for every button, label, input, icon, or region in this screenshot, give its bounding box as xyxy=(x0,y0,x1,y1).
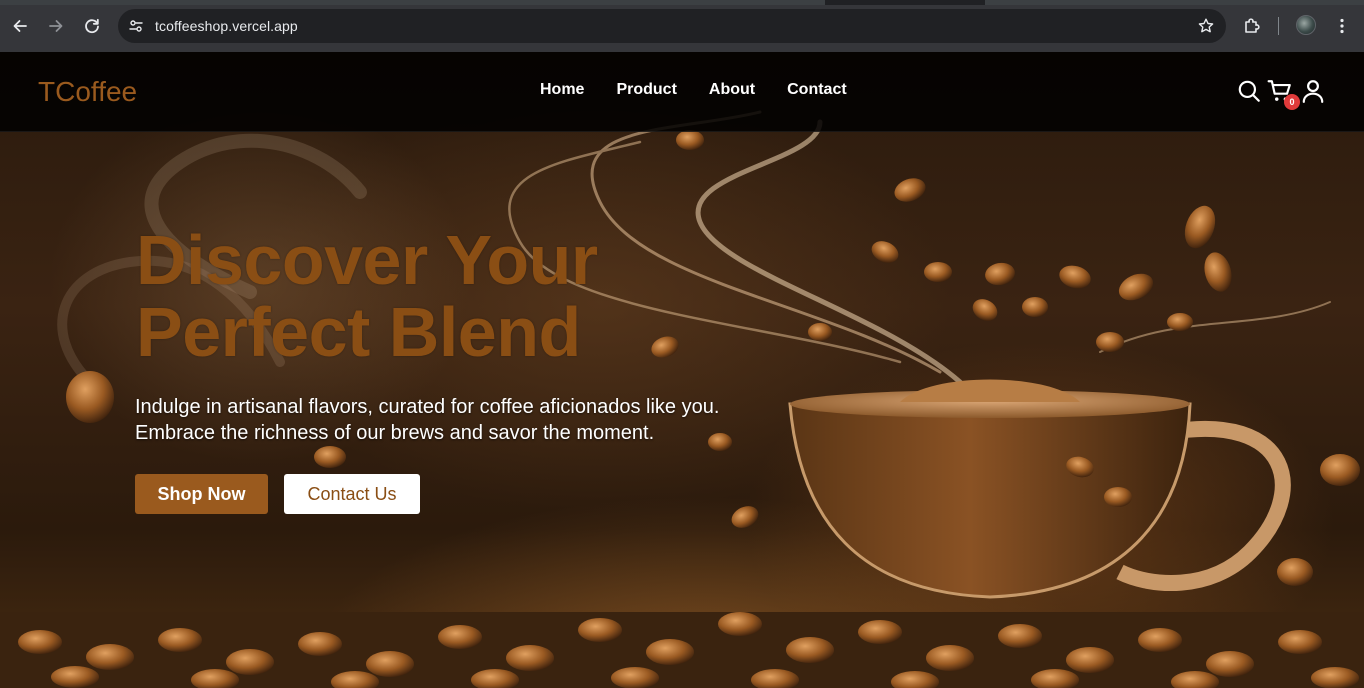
search-icon[interactable] xyxy=(1236,78,1262,104)
browser-chrome: tcoffeeshop.vercel.app xyxy=(0,0,1364,52)
site-navbar: TCoffee Home Product About Contact 0 xyxy=(0,52,1364,132)
avatar[interactable] xyxy=(1296,15,1316,35)
forward-button[interactable] xyxy=(41,11,71,41)
shop-now-button[interactable]: Shop Now xyxy=(135,474,268,514)
hero-subtitle-line-2: Embrace the richness of our brews and sa… xyxy=(135,422,655,444)
arrow-right-icon xyxy=(49,20,63,32)
cart-count-badge: 0 xyxy=(1284,94,1300,110)
tab-strip xyxy=(0,0,1364,5)
kebab-menu-icon xyxy=(1340,18,1344,34)
extensions-button[interactable] xyxy=(1237,11,1267,41)
toolbar-divider xyxy=(1278,17,1279,35)
star-icon xyxy=(1198,18,1214,33)
nav-link-product[interactable]: Product xyxy=(616,81,676,99)
address-bar[interactable]: tcoffeeshop.vercel.app xyxy=(118,9,1226,43)
active-tab-edge xyxy=(0,0,825,5)
hero-title-line-2: Perfect Blend xyxy=(136,293,581,371)
reload-button[interactable] xyxy=(77,11,107,41)
hero-title: Discover Your Perfect Blend xyxy=(136,224,696,368)
nav-link-contact[interactable]: Contact xyxy=(787,81,847,99)
hero-subtitle: Indulge in artisanal flavors, curated fo… xyxy=(135,394,835,446)
arrow-left-icon xyxy=(13,20,27,32)
web-page: TCoffee Home Product About Contact 0 Dis… xyxy=(0,52,1364,688)
site-info-button[interactable] xyxy=(124,14,148,38)
hero-subtitle-line-1: Indulge in artisanal flavors, curated fo… xyxy=(135,396,720,418)
tab-edge xyxy=(985,0,1364,5)
url-text[interactable]: tcoffeeshop.vercel.app xyxy=(155,18,298,34)
main-nav: Home Product About Contact xyxy=(540,81,879,99)
user-icon[interactable] xyxy=(1300,78,1326,104)
nav-link-home[interactable]: Home xyxy=(540,81,584,99)
nav-link-about[interactable]: About xyxy=(709,81,755,99)
site-logo[interactable]: TCoffee xyxy=(38,76,137,108)
puzzle-icon xyxy=(1245,18,1260,33)
hero-title-line-1: Discover Your xyxy=(136,221,598,299)
browser-menu-button[interactable] xyxy=(1327,11,1357,41)
bookmark-button[interactable] xyxy=(1194,14,1218,38)
contact-us-button[interactable]: Contact Us xyxy=(284,474,420,514)
reload-icon xyxy=(85,18,99,34)
back-button[interactable] xyxy=(5,11,35,41)
tune-icon xyxy=(129,20,143,32)
